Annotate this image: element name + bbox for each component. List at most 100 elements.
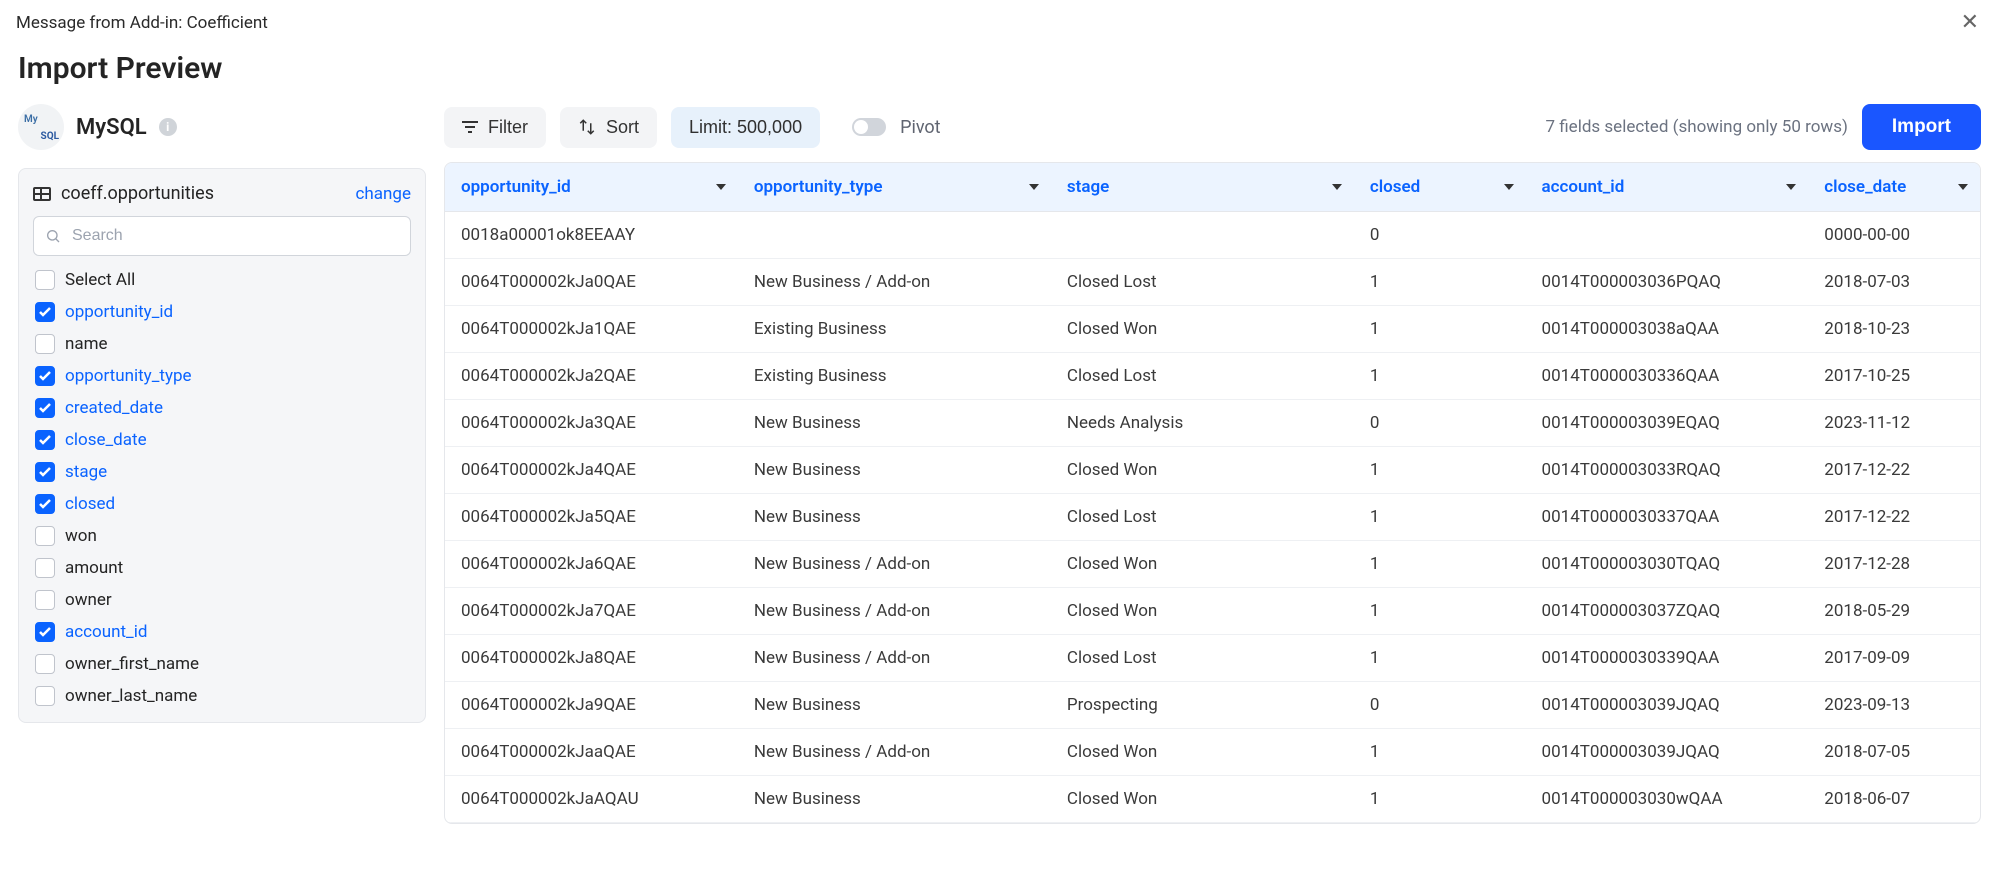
chevron-down-icon[interactable] xyxy=(1504,184,1514,190)
cell-closed: 1 xyxy=(1354,635,1526,682)
checkbox[interactable] xyxy=(35,590,55,610)
field-label: close_date xyxy=(65,430,147,450)
field-item-owner[interactable]: owner xyxy=(33,588,411,612)
filter-icon xyxy=(462,121,478,133)
field-item-closed[interactable]: closed xyxy=(33,492,411,516)
field-item-account-id[interactable]: account_id xyxy=(33,620,411,644)
chevron-down-icon[interactable] xyxy=(1029,184,1039,190)
cell-closed: 1 xyxy=(1354,776,1526,823)
chevron-down-icon[interactable] xyxy=(716,184,726,190)
cell-close-date: 2017-12-28 xyxy=(1808,541,1980,588)
cell-opportunity-id: 0064T000002kJa4QAE xyxy=(445,447,738,494)
limit-button[interactable]: Limit: 500,000 xyxy=(671,107,820,148)
source-name: MySQL xyxy=(76,115,147,140)
field-label: created_date xyxy=(65,398,163,418)
cell-opportunity-type: New Business / Add-on xyxy=(738,729,1051,776)
cell-stage: Closed Won xyxy=(1051,776,1354,823)
cell-account-id: 0014T000003036PQAQ xyxy=(1526,259,1809,306)
cell-account-id: 0014T000003039JQAQ xyxy=(1526,682,1809,729)
chevron-down-icon[interactable] xyxy=(1332,184,1342,190)
field-item-won[interactable]: won xyxy=(33,524,411,548)
checkbox[interactable] xyxy=(35,462,55,482)
table-row: 0064T000002kJa3QAENew BusinessNeeds Anal… xyxy=(445,400,1980,447)
cell-close-date: 2017-12-22 xyxy=(1808,494,1980,541)
change-link[interactable]: change xyxy=(356,184,411,204)
sort-label: Sort xyxy=(606,117,639,138)
checkbox[interactable] xyxy=(35,398,55,418)
cell-opportunity-id: 0018a00001ok8EEAAY xyxy=(445,212,738,259)
field-label: name xyxy=(65,334,108,354)
field-item-amount[interactable]: amount xyxy=(33,556,411,580)
sort-button[interactable]: Sort xyxy=(560,107,657,148)
table-row: 0064T000002kJa8QAENew Business / Add-onC… xyxy=(445,635,1980,682)
cell-opportunity-type: New Business / Add-on xyxy=(738,635,1051,682)
table-row: 0064T000002kJaAQAUNew BusinessClosed Won… xyxy=(445,776,1980,823)
import-button[interactable]: Import xyxy=(1862,104,1981,150)
column-header-account-id[interactable]: account_id xyxy=(1526,163,1809,212)
cell-closed: 1 xyxy=(1354,259,1526,306)
cell-close-date: 2023-11-12 xyxy=(1808,400,1980,447)
field-label: closed xyxy=(65,494,115,514)
close-icon[interactable]: ✕ xyxy=(1961,10,1979,35)
checkbox[interactable] xyxy=(35,494,55,514)
filter-button[interactable]: Filter xyxy=(444,107,546,148)
field-item-opportunity-type[interactable]: opportunity_type xyxy=(33,364,411,388)
field-item-name[interactable]: name xyxy=(33,332,411,356)
checkbox[interactable] xyxy=(35,526,55,546)
field-item-created-date[interactable]: created_date xyxy=(33,396,411,420)
column-header-close-date[interactable]: close_date xyxy=(1808,163,1980,212)
checkbox[interactable] xyxy=(35,270,55,290)
field-item-owner-first-name[interactable]: owner_first_name xyxy=(33,652,411,676)
cell-opportunity-id: 0064T000002kJa6QAE xyxy=(445,541,738,588)
search-input[interactable] xyxy=(33,216,411,256)
table-row: 0064T000002kJa1QAEExisting BusinessClose… xyxy=(445,306,1980,353)
field-label: opportunity_id xyxy=(65,302,173,322)
cell-account-id: 0014T000003030wQAA xyxy=(1526,776,1809,823)
cell-closed: 0 xyxy=(1354,682,1526,729)
cell-stage: Needs Analysis xyxy=(1051,400,1354,447)
field-item-close-date[interactable]: close_date xyxy=(33,428,411,452)
cell-closed: 1 xyxy=(1354,494,1526,541)
cell-opportunity-type: New Business xyxy=(738,447,1051,494)
info-icon[interactable]: i xyxy=(159,118,177,136)
column-header-stage[interactable]: stage xyxy=(1051,163,1354,212)
cell-closed: 1 xyxy=(1354,306,1526,353)
pivot-label: Pivot xyxy=(900,117,940,138)
cell-account-id: 0014T0000030337QAA xyxy=(1526,494,1809,541)
field-item-owner-last-name[interactable]: owner_last_name xyxy=(33,684,411,708)
cell-opportunity-id: 0064T000002kJa8QAE xyxy=(445,635,738,682)
field-item-stage[interactable]: stage xyxy=(33,460,411,484)
cell-opportunity-type: New Business / Add-on xyxy=(738,541,1051,588)
column-header-opportunity-type[interactable]: opportunity_type xyxy=(738,163,1051,212)
table-row: 0064T000002kJa5QAENew BusinessClosed Los… xyxy=(445,494,1980,541)
field-item-opportunity-id[interactable]: opportunity_id xyxy=(33,300,411,324)
field-label: opportunity_type xyxy=(65,366,192,386)
cell-opportunity-id: 0064T000002kJa3QAE xyxy=(445,400,738,447)
field-item-Select All[interactable]: Select All xyxy=(33,268,411,292)
table-row: 0064T000002kJa0QAENew Business / Add-onC… xyxy=(445,259,1980,306)
pivot-toggle[interactable] xyxy=(852,118,886,136)
checkbox[interactable] xyxy=(35,622,55,642)
cell-close-date: 2017-10-25 xyxy=(1808,353,1980,400)
filter-label: Filter xyxy=(488,117,528,138)
cell-account-id: 0014T000003038aQAA xyxy=(1526,306,1809,353)
checkbox[interactable] xyxy=(35,366,55,386)
search-icon xyxy=(45,228,61,244)
preview-table: opportunity_idopportunity_typestageclose… xyxy=(445,163,1980,823)
field-label: amount xyxy=(65,558,123,578)
checkbox[interactable] xyxy=(35,686,55,706)
chevron-down-icon[interactable] xyxy=(1786,184,1796,190)
chevron-down-icon[interactable] xyxy=(1958,184,1968,190)
checkbox[interactable] xyxy=(35,654,55,674)
field-label: owner_first_name xyxy=(65,654,199,674)
column-header-opportunity-id[interactable]: opportunity_id xyxy=(445,163,738,212)
checkbox[interactable] xyxy=(35,558,55,578)
checkbox[interactable] xyxy=(35,430,55,450)
cell-account-id: 0014T0000030336QAA xyxy=(1526,353,1809,400)
checkbox[interactable] xyxy=(35,302,55,322)
cell-account-id: 0014T000003030TQAQ xyxy=(1526,541,1809,588)
column-header-closed[interactable]: closed xyxy=(1354,163,1526,212)
checkbox[interactable] xyxy=(35,334,55,354)
field-label: stage xyxy=(65,462,107,482)
table-row: 0064T000002kJa4QAENew BusinessClosed Won… xyxy=(445,447,1980,494)
